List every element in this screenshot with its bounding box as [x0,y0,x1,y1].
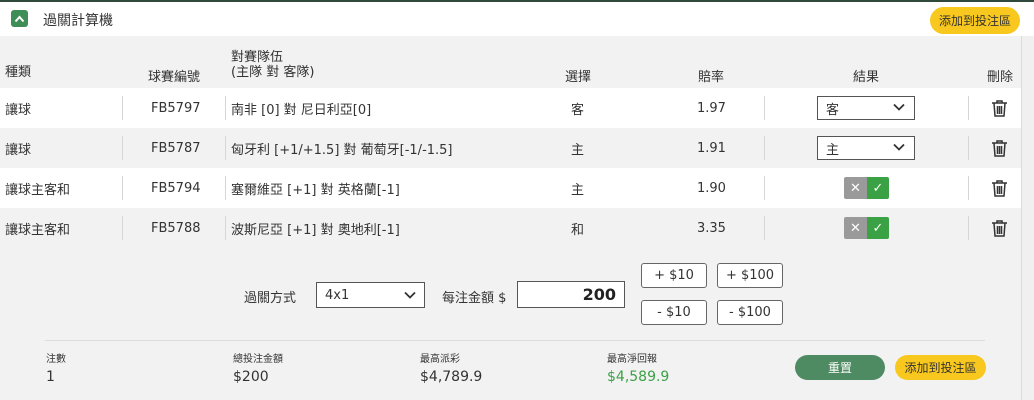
row-type: 讓球主客和 [5,222,71,238]
result-value: 客 [826,102,840,118]
close-icon: ✕ [850,220,861,236]
table-header: 種類 球賽編號 對賽隊伍 (主隊 對 客隊) 選擇 賠率 結果 刪除 [0,36,1021,88]
row-teams: 匈牙利 [+1/+1.5] 對 葡萄牙[-1/-1.5] [231,142,453,158]
row-odds: 1.97 [697,100,726,116]
summary-divider [45,340,985,341]
row-type: 讓球主客和 [5,182,71,198]
col-result: 結果 [853,70,880,85]
plus-100-button[interactable]: + $100 [717,263,783,288]
trash-icon[interactable] [991,139,1008,157]
row-match-no: FB5788 [151,220,201,236]
row-teams: 塞爾維亞 [+1] 對 英格蘭[-1] [231,182,400,198]
bet-count-label: 注數 [46,354,66,365]
method-label: 過關方式 [244,291,297,306]
result-toggle: ✕ ✓ [844,217,889,239]
row-selection: 主 [571,142,585,158]
chevron-down-icon [893,143,905,151]
row-type: 讓球 [5,142,32,158]
max-payout-label: 最高派彩 [420,354,460,365]
add-to-slip-button[interactable]: 添加到投注區 [895,355,986,380]
col-delete: 刪除 [987,70,1014,85]
divider [225,216,226,240]
amount-label: 每注金額 $ [442,291,507,306]
bet-count-value: 1 [46,369,55,385]
divider [764,96,765,120]
divider [122,96,123,120]
method-value: 4x1 [325,287,350,303]
divider [968,136,969,160]
row-selection: 主 [571,182,585,198]
row-teams: 南非 [0] 對 尼日利亞[0] [231,102,372,118]
row-selection: 客 [571,102,585,118]
minus-100-button[interactable]: - $100 [717,300,783,325]
divider [225,96,226,120]
calculator-header: 過關計算機 添加到投注區 [0,2,1021,36]
chevron-up-icon [14,14,25,22]
max-net-return-value: $4,589.9 [607,369,670,385]
result-dropdown[interactable]: 主 [817,136,915,160]
max-net-return-label: 最高淨回報 [607,354,657,365]
col-selection: 選擇 [565,70,592,85]
row-match-no: FB5797 [151,100,201,116]
divider [764,136,765,160]
amount-input[interactable]: 200 [517,281,625,308]
panel-title: 過關計算機 [43,13,113,29]
row-match-no: FB5794 [151,180,201,196]
divider [225,136,226,160]
selections-table: 種類 球賽編號 對賽隊伍 (主隊 對 客隊) 選擇 賠率 結果 刪除 讓球 FB… [0,36,1021,248]
lose-toggle-button[interactable]: ✕ [844,217,867,239]
win-toggle-button[interactable]: ✓ [867,177,889,199]
col-type: 種類 [5,65,32,80]
chevron-down-icon [893,103,905,111]
parlay-calculator: 過關計算機 添加到投注區 種類 球賽編號 對賽隊伍 (主隊 對 客隊) 選擇 賠… [0,0,1034,400]
scrollbar[interactable] [1021,36,1034,400]
method-select[interactable]: 4x1 [316,282,425,308]
win-toggle-button[interactable]: ✓ [867,217,889,239]
check-icon: ✓ [872,180,884,196]
result-value: 主 [826,142,840,158]
trash-icon[interactable] [991,179,1008,197]
divider [122,216,123,240]
divider [122,176,123,200]
row-type: 讓球 [5,102,32,118]
col-match-no: 球賽編號 [148,70,201,85]
row-odds: 3.35 [697,220,726,236]
header-add-to-slip-button[interactable]: 添加到投注區 [930,7,1020,34]
trash-icon[interactable] [991,99,1008,117]
check-icon: ✓ [872,220,884,236]
table-row: 讓球主客和 FB5794 塞爾維亞 [+1] 對 英格蘭[-1] 主 1.90 … [0,168,1021,208]
close-icon: ✕ [850,180,861,196]
plus-10-button[interactable]: + $10 [641,263,707,288]
col-teams-sub: (主隊 對 客隊) [231,65,315,80]
table-row: 讓球 FB5787 匈牙利 [+1/+1.5] 對 葡萄牙[-1/-1.5] 主… [0,128,1021,168]
table-row: 讓球 FB5797 南非 [0] 對 尼日利亞[0] 客 1.97 客 [0,88,1021,128]
row-match-no: FB5787 [151,140,201,156]
total-stake-value: $200 [233,369,269,385]
row-teams: 波斯尼亞 [+1] 對 奧地利[-1] [231,222,400,238]
trash-icon[interactable] [991,219,1008,237]
row-selection: 和 [571,222,585,238]
minus-10-button[interactable]: - $10 [641,300,707,325]
row-odds: 1.90 [697,180,726,196]
divider [764,176,765,200]
divider [764,216,765,240]
result-dropdown[interactable]: 客 [817,96,915,120]
reset-button[interactable]: 重置 [795,355,885,380]
table-row: 讓球主客和 FB5788 波斯尼亞 [+1] 對 奧地利[-1] 和 3.35 … [0,208,1021,248]
divider [968,176,969,200]
calculator-controls: 過關方式 4x1 每注金額 $ 200 + $10 + $100 - $10 -… [0,248,1021,400]
divider [225,176,226,200]
col-odds: 賠率 [698,70,725,85]
collapse-button[interactable] [11,10,28,27]
divider [968,96,969,120]
row-odds: 1.91 [697,140,726,156]
chevron-down-icon [404,291,416,299]
divider [968,216,969,240]
result-toggle: ✕ ✓ [844,177,889,199]
divider [122,136,123,160]
lose-toggle-button[interactable]: ✕ [844,177,867,199]
max-payout-value: $4,789.9 [420,369,483,385]
total-stake-label: 總投注金額 [233,354,283,365]
